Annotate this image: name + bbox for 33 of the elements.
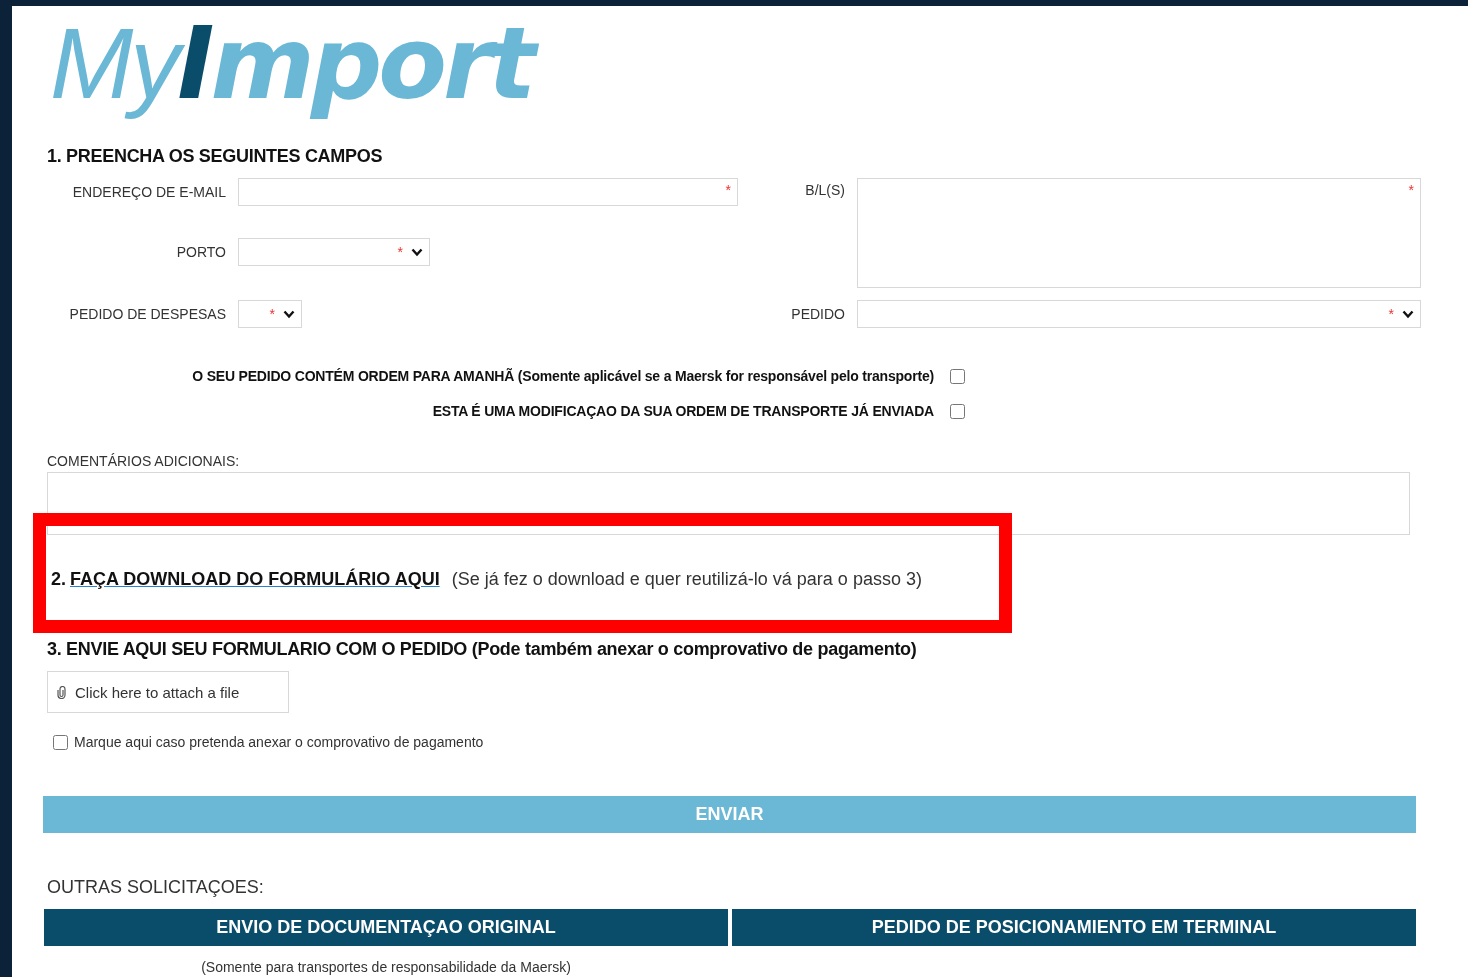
section-title: 3. ENVIE AQUI SEU FORMULARIO COM O PEDIDO (Pode também anexar o comprovativo de pagamento) <box>47 639 918 660</box>
text-area[interactable]: * <box>857 178 1421 288</box>
step-number: 2. <box>51 569 66 590</box>
field-label: PEDIDO <box>790 306 845 322</box>
chevron-down-icon <box>1402 309 1414 319</box>
submit-button[interactable]: ENVIAR <box>43 796 1416 833</box>
request-button[interactable]: PEDIDO DE POSICIONAMIENTO EM TERMINAL <box>732 909 1416 946</box>
button-note: (Somente para transportes de responsabilidade da Maersk) <box>200 959 572 975</box>
request-button[interactable]: ENVIO DE DOCUMENTAÇAO ORIGINAL <box>44 909 728 946</box>
checkbox[interactable] <box>53 734 68 750</box>
field-label: COMENTÁRIOS ADICIONAIS: <box>47 453 241 469</box>
checkbox[interactable] <box>950 368 965 384</box>
section-title: 1. PREENCHA OS SEGUINTES CAMPOS <box>47 146 384 167</box>
chevron-down-icon <box>283 309 295 319</box>
field-label: ENDEREÇO DE E-MAIL <box>71 184 226 200</box>
field-label: PORTO <box>175 244 226 260</box>
text-field[interactable]: * <box>238 178 738 206</box>
chevron-down-icon <box>411 247 423 257</box>
select-field[interactable]: * <box>857 300 1421 328</box>
checkbox-label: ESTA É UMA MODIFICAÇAO DA SUA ORDEM DE TRANSPORTE JÁ ENVIADA <box>432 403 934 419</box>
field-label: PEDIDO DE DESPESAS <box>68 306 226 322</box>
section-title: OUTRAS SOLICITAÇOES: <box>47 877 265 898</box>
select-field[interactable]: * <box>238 238 430 266</box>
attach-file-button[interactable]: Click here to attach a file <box>47 671 289 713</box>
checkbox-label: O SEU PEDIDO CONTÉM ORDEM PARA AMANHÃ (Somente aplicável se a Maersk for responsável pelo transporte) <box>192 368 934 384</box>
download-link[interactable]: FAÇA DOWNLOAD DO FORMULÁRIO AQUI <box>70 569 440 590</box>
my-import-logo: MyImport <box>46 6 547 127</box>
field-label: B/L(S) <box>804 182 845 198</box>
step-note: (Se já fez o download e quer reutilizá-lo vá para o passo 3) <box>451 569 922 590</box>
checkbox[interactable] <box>950 403 965 419</box>
checkbox-label: Marque aqui caso pretenda anexar o comprovativo de pagamento <box>74 734 484 750</box>
select-field[interactable]: * <box>238 300 302 328</box>
paperclip-icon <box>57 685 66 699</box>
